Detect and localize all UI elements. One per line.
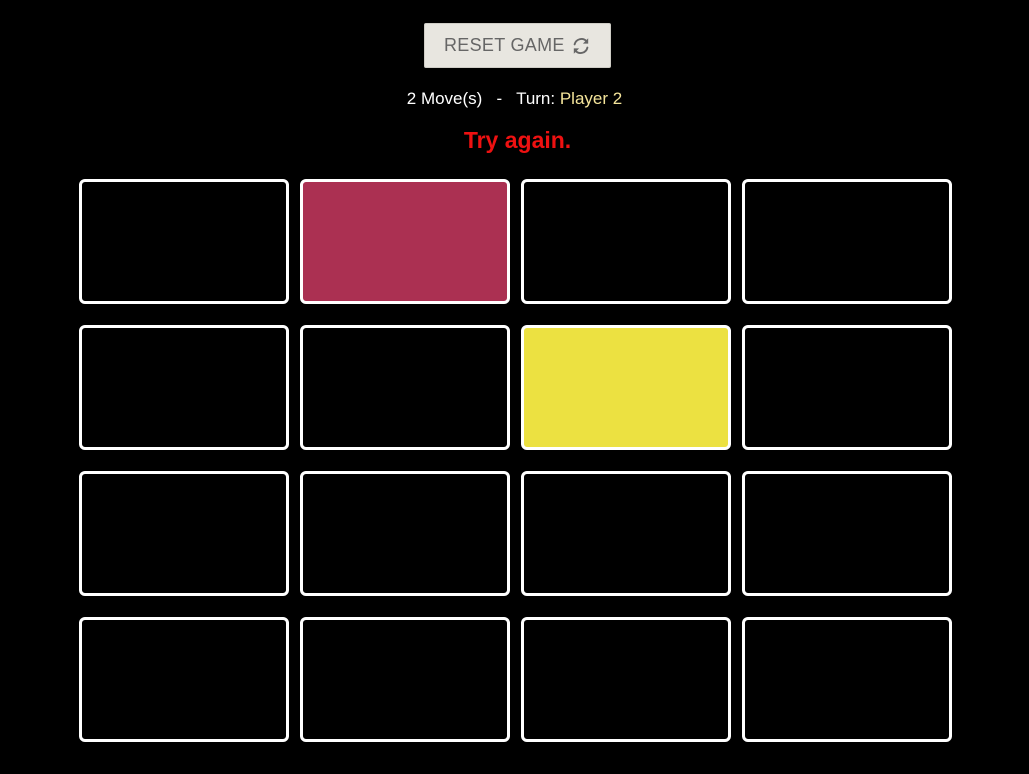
card-hidden[interactable]	[300, 617, 510, 742]
card-hidden[interactable]	[79, 179, 289, 304]
card-revealed[interactable]	[300, 179, 510, 304]
refresh-icon	[573, 38, 589, 54]
reset-game-button[interactable]: RESET GAME	[424, 23, 611, 68]
card-hidden[interactable]	[521, 471, 731, 596]
move-count: 2 Move(s)	[406, 89, 483, 108]
game-board	[79, 179, 954, 742]
current-player: Player 2	[559, 89, 623, 108]
reset-game-label: RESET GAME	[444, 35, 565, 55]
card-hidden[interactable]	[742, 617, 952, 742]
card-revealed[interactable]	[521, 325, 731, 450]
card-hidden[interactable]	[79, 325, 289, 450]
card-hidden[interactable]	[742, 179, 952, 304]
card-hidden[interactable]	[79, 471, 289, 596]
card-hidden[interactable]	[742, 325, 952, 450]
card-hidden[interactable]	[300, 471, 510, 596]
turn-label: Turn:	[516, 89, 556, 108]
card-hidden[interactable]	[521, 617, 731, 742]
card-hidden[interactable]	[79, 617, 289, 742]
feedback-message: Try again.	[463, 127, 572, 153]
status-separator: -	[496, 89, 503, 108]
card-hidden[interactable]	[300, 325, 510, 450]
game-status: 2 Move(s) - Turn: Player 2	[0, 89, 1029, 109]
card-hidden[interactable]	[521, 179, 731, 304]
card-hidden[interactable]	[742, 471, 952, 596]
